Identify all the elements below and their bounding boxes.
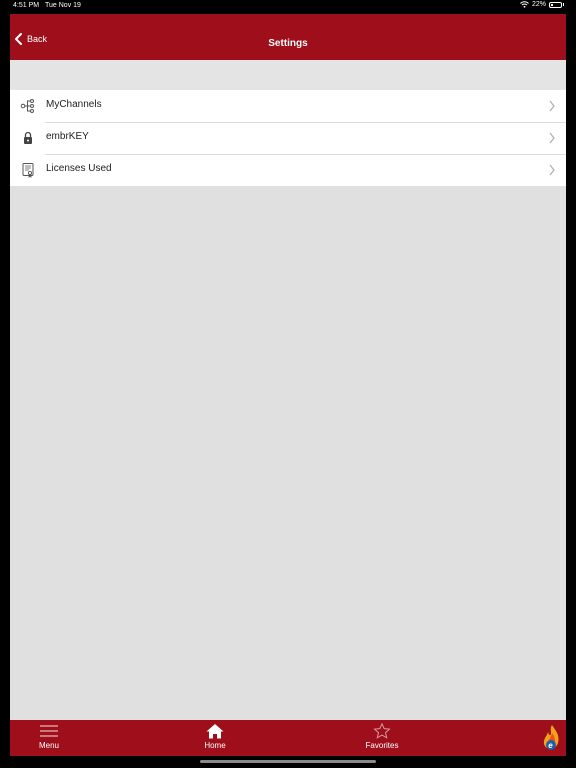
settings-item-label: embrKEY (46, 131, 89, 142)
svg-text:e: e (548, 741, 553, 750)
status-time: 4:51 PM (13, 2, 40, 9)
channels-icon (20, 99, 34, 113)
page-title: Settings (268, 38, 308, 49)
chevron-right-icon (549, 100, 555, 112)
flame-logo-icon: e (543, 725, 559, 750)
settings-item-licenses-used[interactable]: Licenses Used (10, 154, 566, 186)
home-indicator (200, 760, 376, 763)
chevron-right-icon (549, 132, 555, 144)
tab-favorites-label: Favorites (365, 741, 399, 750)
settings-list: MyChannels embrKEY Licenses Used (10, 90, 566, 186)
battery-percent: 22% (531, 1, 546, 8)
tab-bar: Menu Home Favorites e (10, 720, 566, 756)
tab-home-label: Home (204, 741, 226, 750)
tab-home[interactable]: Home (185, 723, 245, 755)
star-icon (373, 723, 391, 739)
settings-item-label: Licenses Used (46, 163, 112, 174)
status-date: Tue Nov 19 (45, 2, 81, 9)
tab-favorites[interactable]: Favorites (352, 723, 412, 755)
wifi-icon (520, 1, 529, 8)
battery-tip (563, 3, 564, 6)
battery-icon (549, 1, 562, 8)
status-indicators: 22% (520, 1, 564, 8)
certificate-icon (22, 163, 34, 178)
settings-item-label: MyChannels (46, 99, 102, 110)
navigation-bar: Back Settings (10, 14, 566, 60)
hamburger-menu-icon (40, 725, 58, 737)
status-bar: 4:51 PM Tue Nov 19 22% (0, 0, 576, 12)
tab-menu[interactable]: Menu (19, 723, 79, 755)
home-icon (206, 724, 224, 739)
lock-icon (24, 131, 32, 144)
settings-item-embrkey[interactable]: embrKEY (10, 122, 566, 154)
app-window: Back Settings MyChannels embrKEY License… (10, 14, 566, 756)
tab-menu-label: Menu (38, 741, 59, 750)
section-header (10, 60, 566, 90)
settings-item-mychannels[interactable]: MyChannels (10, 90, 566, 122)
chevron-right-icon (549, 164, 555, 176)
